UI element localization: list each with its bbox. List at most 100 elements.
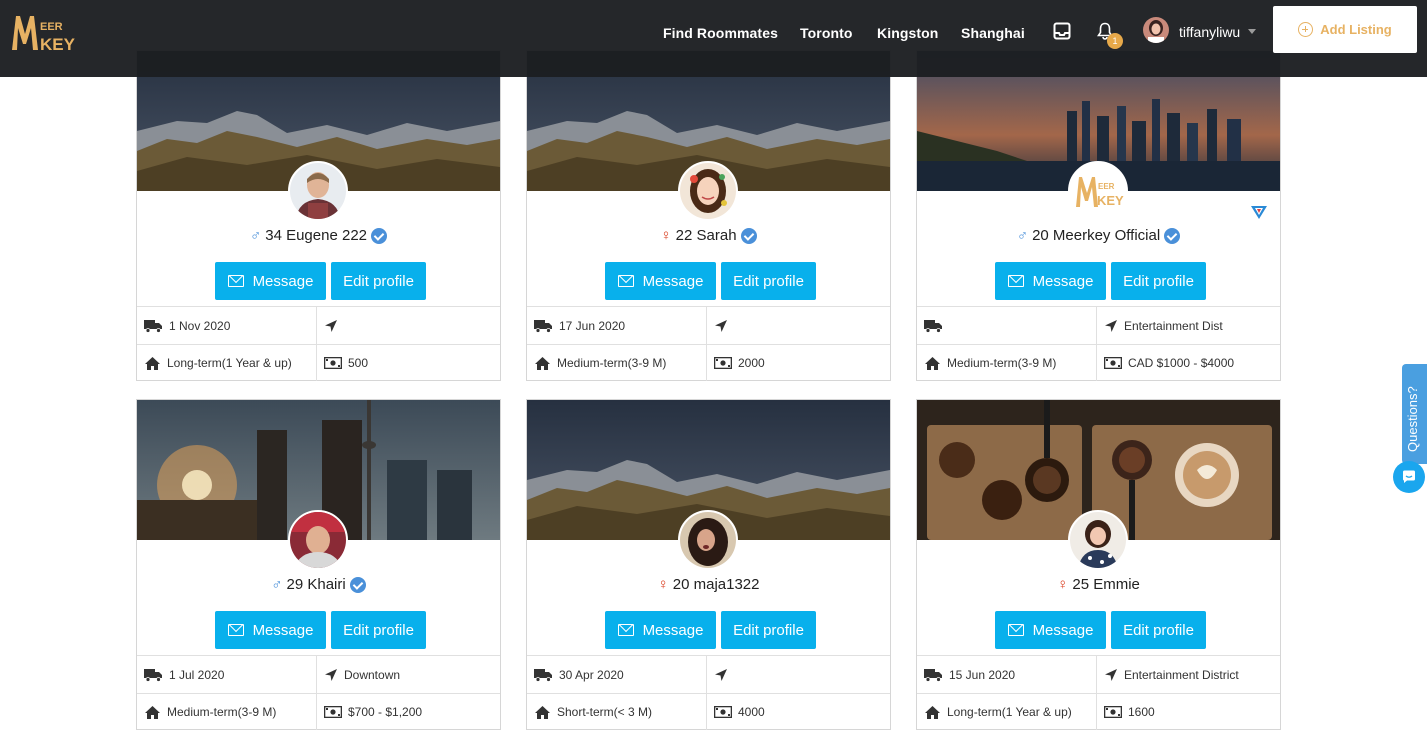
money-icon xyxy=(714,706,732,718)
preferred-location xyxy=(707,307,890,344)
edit-profile-button[interactable]: Edit profile xyxy=(1111,611,1206,649)
listing-card[interactable]: ♂ 29 Khairi Message Edit profile 1 Jul 2… xyxy=(136,399,501,730)
edit-profile-button[interactable]: Edit profile xyxy=(721,262,816,300)
inbox-icon[interactable] xyxy=(1053,22,1071,45)
male-icon: ♂ xyxy=(249,227,262,244)
profile-name-row: ♀ 22 Sarah xyxy=(527,227,890,244)
nav-shanghai[interactable]: Shanghai xyxy=(961,25,1025,41)
listing-info: Entertainment Dist Medium-term(3-9 M) CA… xyxy=(917,306,1280,381)
male-icon: ♂ xyxy=(271,576,283,593)
profile-name[interactable]: 20 maja1322 xyxy=(673,576,760,593)
meerkey-logo[interactable]: EER KEY xyxy=(10,10,88,56)
location-arrow-icon xyxy=(1105,668,1117,681)
avatar[interactable] xyxy=(288,161,348,221)
verified-check-icon xyxy=(1164,227,1181,244)
female-icon: ♀ xyxy=(1057,576,1069,593)
envelope-icon xyxy=(1007,624,1024,636)
money-icon xyxy=(1104,357,1122,369)
lease-term: Short-term(< 3 M) xyxy=(527,693,707,730)
preferred-location xyxy=(707,656,890,693)
chevron-down-icon[interactable] xyxy=(1248,29,1256,34)
avatar[interactable] xyxy=(1068,510,1128,570)
preferred-location xyxy=(317,307,500,344)
verified-check-icon xyxy=(740,227,757,244)
home-icon xyxy=(535,356,550,370)
listing-info: 1 Jul 2020 Downtown Medium-term(3-9 M) $… xyxy=(137,655,500,730)
listing-info: 30 Apr 2020 Short-term(< 3 M) 4000 xyxy=(527,655,890,730)
edit-profile-button[interactable]: Edit profile xyxy=(331,262,426,300)
edit-profile-button[interactable]: Edit profile xyxy=(1111,262,1206,300)
message-button[interactable]: Message xyxy=(215,611,326,649)
profile-name-row: ♀ 20 maja1322 xyxy=(527,576,890,593)
lease-term: Medium-term(3-9 M) xyxy=(137,693,317,730)
envelope-icon xyxy=(617,624,634,636)
profile-name[interactable]: 29 Khairi xyxy=(287,576,346,593)
profile-name[interactable]: 34 Eugene 222 xyxy=(265,227,367,244)
move-in-date: 30 Apr 2020 xyxy=(527,656,707,693)
avatar[interactable] xyxy=(678,161,738,221)
budget: 4000 xyxy=(707,693,890,730)
budget: 2000 xyxy=(707,344,890,381)
nav-find-roommates[interactable]: Find Roommates xyxy=(663,25,778,41)
profile-name[interactable]: 22 Sarah xyxy=(676,227,737,244)
nav-kingston[interactable]: Kingston xyxy=(877,25,938,41)
listing-card[interactable]: ♀ 22 Sarah Message Edit profile 17 Jun 2… xyxy=(526,50,891,381)
notification-badge: 1 xyxy=(1107,33,1123,49)
profile-name-row: ♂ 34 Eugene 222 xyxy=(137,227,500,244)
avatar[interactable] xyxy=(678,510,738,570)
female-icon: ♀ xyxy=(660,227,672,244)
move-in-date: 15 Jun 2020 xyxy=(917,656,1097,693)
nav-toronto[interactable]: Toronto xyxy=(800,25,853,41)
message-button[interactable]: Message xyxy=(605,611,716,649)
avatar[interactable] xyxy=(288,510,348,570)
truck-icon xyxy=(534,319,552,333)
svg-text:EER: EER xyxy=(1098,182,1115,191)
navbar: EER KEY Find Roommates Toronto Kingston … xyxy=(0,0,1427,77)
preferred-location: Downtown xyxy=(317,656,500,693)
profile-name[interactable]: 20 Meerkey Official xyxy=(1032,227,1160,244)
home-icon xyxy=(145,705,160,719)
truck-icon xyxy=(144,319,162,333)
location-arrow-icon xyxy=(715,668,727,681)
user-avatar[interactable] xyxy=(1143,17,1169,43)
move-in-date: 17 Jun 2020 xyxy=(527,307,707,344)
envelope-icon xyxy=(617,275,634,287)
listing-card[interactable]: EER KEY ♂ 20 Meerkey Official Message Edi… xyxy=(916,50,1281,381)
listing-card[interactable]: ♂ 34 Eugene 222 Message Edit profile 1 N… xyxy=(136,50,501,381)
home-icon xyxy=(925,356,940,370)
truck-icon xyxy=(534,668,552,682)
home-icon xyxy=(145,356,160,370)
budget: 500 xyxy=(317,344,500,381)
avatar[interactable]: EER KEY xyxy=(1068,161,1128,221)
profile-name-row: ♀ 25 Emmie xyxy=(917,576,1280,593)
truck-icon xyxy=(924,319,942,333)
verified-check-icon xyxy=(349,576,366,593)
listing-card[interactable]: ♀ 25 Emmie Message Edit profile 15 Jun 2… xyxy=(916,399,1281,730)
listing-info: 17 Jun 2020 Medium-term(3-9 M) 2000 xyxy=(527,306,890,381)
location-arrow-icon xyxy=(1105,319,1117,332)
move-in-date: 1 Jul 2020 xyxy=(137,656,317,693)
edit-profile-button[interactable]: Edit profile xyxy=(331,611,426,649)
listing-info: 15 Jun 2020 Entertainment District Long-… xyxy=(917,655,1280,730)
move-in-date xyxy=(917,307,1097,344)
chat-icon[interactable] xyxy=(1393,461,1425,493)
lease-term: Long-term(1 Year & up) xyxy=(917,693,1097,730)
message-button[interactable]: Message xyxy=(995,611,1106,649)
message-button[interactable]: Message xyxy=(995,262,1106,300)
message-button[interactable]: Message xyxy=(215,262,326,300)
add-listing-button[interactable]: Add Listing xyxy=(1273,6,1417,53)
preferred-location: Entertainment District xyxy=(1097,656,1280,693)
message-button[interactable]: Message xyxy=(605,262,716,300)
edit-profile-button[interactable]: Edit profile xyxy=(721,611,816,649)
questions-tab[interactable]: Questions? xyxy=(1402,364,1427,464)
profile-name-row: ♂ 29 Khairi xyxy=(137,576,500,593)
username-label[interactable]: tiffanyliwu xyxy=(1179,24,1240,40)
home-icon xyxy=(535,705,550,719)
budget: CAD $1000 - $4000 xyxy=(1097,344,1280,381)
profile-name[interactable]: 25 Emmie xyxy=(1072,576,1140,593)
listing-card[interactable]: ♀ 20 maja1322 Message Edit profile 30 Ap… xyxy=(526,399,891,730)
female-icon: ♀ xyxy=(657,576,669,593)
budget: 1600 xyxy=(1097,693,1280,730)
home-icon xyxy=(925,705,940,719)
svg-text:KEY: KEY xyxy=(40,35,76,54)
